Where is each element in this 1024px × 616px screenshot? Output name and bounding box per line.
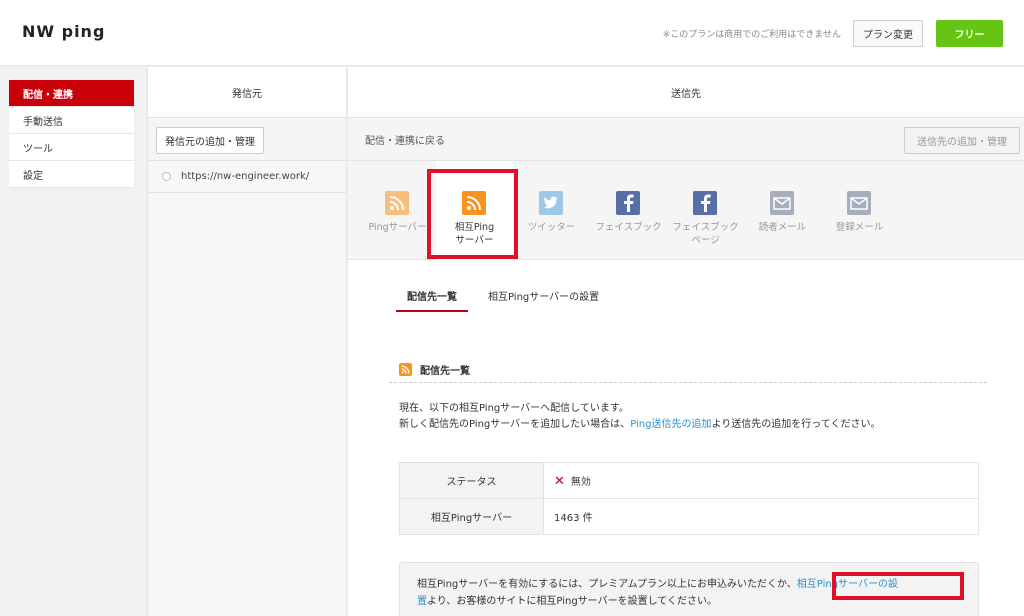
add-source-button[interactable]: 発信元の追加・管理 <box>156 127 264 154</box>
close-icon: ✕ <box>554 473 565 489</box>
source-heading: 発信元 <box>148 67 346 118</box>
service-facebook[interactable]: フェイスブック <box>590 161 667 260</box>
mutual-ping-setup-link-cont[interactable]: 置 <box>417 596 427 607</box>
description-text: より送信先の追加を行ってください。 <box>711 419 881 430</box>
table-row: 相互Pingサーバー 1463 件 <box>399 498 979 535</box>
twitter-icon <box>539 191 563 215</box>
section-title-text: 配信先一覧 <box>420 366 470 377</box>
source-site-row[interactable]: https://nw-engineer.work/ <box>148 161 346 193</box>
service-registered-mail[interactable]: 登録メール <box>821 161 898 260</box>
tab-mutual-ping-setup[interactable]: 相互Pingサーバーの設置 <box>488 280 599 312</box>
service-facebook-page[interactable]: フェイスブック ページ <box>667 161 744 260</box>
status-value: 無効 <box>570 476 591 488</box>
service-label: Pingサーバー <box>368 222 427 233</box>
status-table: ステータス ✕ 無効 相互Pingサーバー 1463 件 <box>399 462 979 535</box>
site-radio[interactable] <box>162 172 171 181</box>
facebook-icon <box>616 191 640 215</box>
destination-heading: 送信先 <box>348 67 1024 118</box>
sidebar-item-tools[interactable]: ツール <box>9 134 134 161</box>
app-header: NW ping ※このプランは商用でのご利用はできません プラン変更 フリー <box>0 0 1024 66</box>
sidebar-item-distribution[interactable]: 配信・連携 <box>9 80 134 107</box>
service-ping-server[interactable]: Pingサーバー <box>359 161 436 260</box>
free-plan-button[interactable]: フリー <box>936 20 1003 47</box>
destination-toolbar: 配信・連携に戻る 送信先の追加・管理 <box>348 118 1024 161</box>
mutual-ping-count-label: 相互Pingサーバー <box>399 498 544 535</box>
change-plan-button[interactable]: プラン変更 <box>853 20 923 47</box>
status-label: ステータス <box>399 462 544 499</box>
table-row: ステータス ✕ 無効 <box>399 462 979 499</box>
source-toolbar: 発信元の追加・管理 <box>148 118 346 161</box>
mail-icon <box>847 191 871 215</box>
section-divider <box>389 382 987 383</box>
highlight-box <box>427 169 518 259</box>
service-label: 読者メール <box>758 222 807 233</box>
service-label: フェイスブック <box>595 222 662 233</box>
destination-column: 送信先 配信・連携に戻る 送信先の追加・管理 Pingサーバー 相互Ping サ… <box>348 67 1024 616</box>
sidebar-item-settings[interactable]: 設定 <box>9 161 134 188</box>
sidebar: 配信・連携 手動送信 ツール 設定 <box>9 80 134 188</box>
add-destination-button[interactable]: 送信先の追加・管理 <box>904 127 1020 154</box>
plan-notice: ※このプランは商用でのご利用はできません <box>662 30 841 40</box>
description: 現在、以下の相互Pingサーバーへ配信しています。 新しく配信先のPingサーバ… <box>399 401 880 433</box>
description-line-1: 現在、以下の相互Pingサーバーへ配信しています。 <box>399 403 629 414</box>
add-ping-destination-link[interactable]: Ping送信先の追加 <box>630 419 711 430</box>
source-column: 発信元 発信元の追加・管理 https://nw-engineer.work/ <box>147 67 347 616</box>
service-twitter[interactable]: ツイッター <box>513 161 590 260</box>
service-reader-mail[interactable]: 読者メール <box>744 161 821 260</box>
section-title: 配信先一覧 <box>399 362 470 377</box>
status-value-cell: ✕ 無効 <box>543 462 979 499</box>
facebook-icon <box>693 191 717 215</box>
service-label: フェイスブック ページ <box>672 222 739 246</box>
rss-icon <box>399 363 412 376</box>
service-label: 登録メール <box>835 222 884 233</box>
mutual-ping-count-value: 1463 件 <box>543 498 979 535</box>
back-to-distribution-link[interactable]: 配信・連携に戻る <box>365 132 445 147</box>
rss-icon <box>385 191 409 215</box>
description-line-2: 新しく配信先のPingサーバーを追加したい場合は、Ping送信先の追加より送信先… <box>399 417 880 433</box>
mail-icon <box>770 191 794 215</box>
sidebar-item-manual-send[interactable]: 手動送信 <box>9 107 134 134</box>
source-site-url: https://nw-engineer.work/ <box>181 171 310 182</box>
service-label: ツイッター <box>527 222 576 233</box>
highlight-box <box>832 572 964 600</box>
info-text: 相互Pingサーバーを有効にするには、プレミアムプラン以上にお申込みいただくか、 <box>417 579 797 590</box>
info-text: より、お客様のサイトに相互Pingサーバーを設置してください。 <box>427 596 717 607</box>
app-logo[interactable]: NW ping <box>22 22 105 41</box>
description-text: 新しく配信先のPingサーバーを追加したい場合は、 <box>399 419 631 430</box>
tab-destination-list[interactable]: 配信先一覧 <box>396 280 468 312</box>
